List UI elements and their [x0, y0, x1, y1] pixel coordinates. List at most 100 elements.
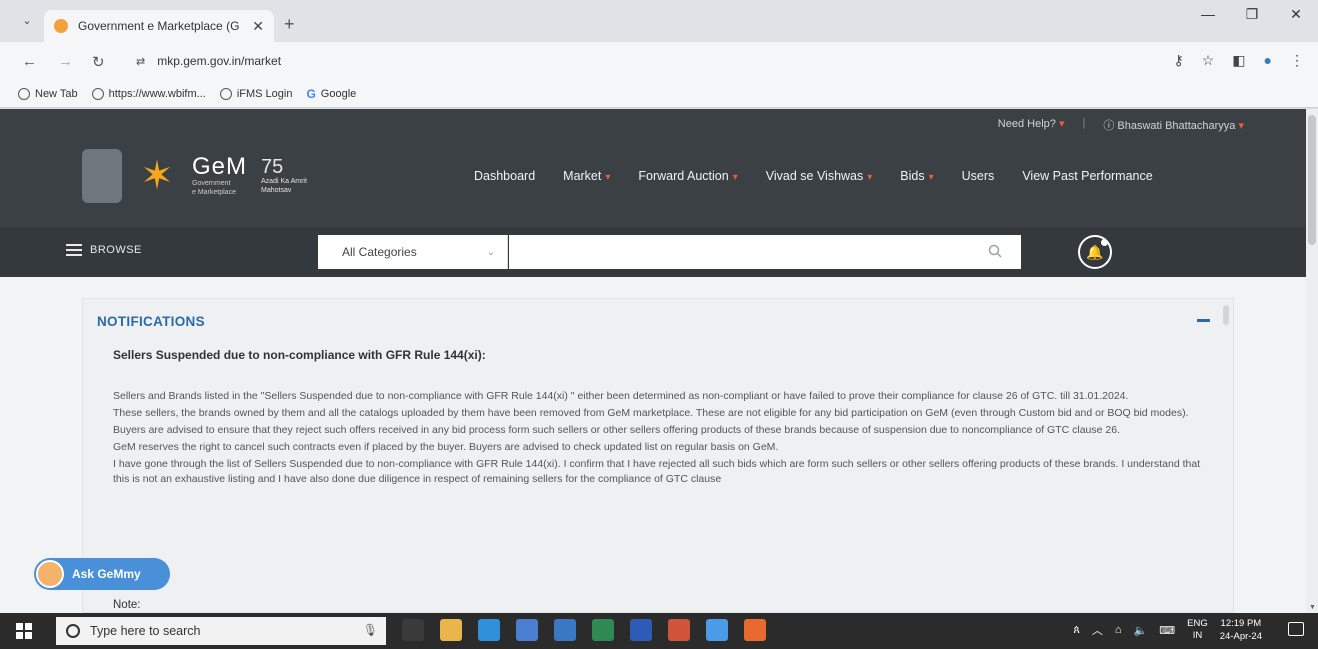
globe-icon	[18, 87, 30, 100]
keyboard-icon[interactable]: ⌨	[1159, 624, 1175, 637]
tray-chevron-up-icon[interactable]: ︿	[1092, 622, 1103, 638]
globe-icon	[91, 87, 104, 100]
nav-bids[interactable]: Bids ▾	[900, 169, 933, 183]
windows-taskbar: Type here to search 🎙 ጰ ︿ ⌂ 🔈 ⌨ ENG IN 1…	[0, 613, 1318, 649]
chrome-icon[interactable]	[706, 619, 728, 641]
clock-date: 24-Apr-24	[1219, 631, 1262, 642]
search-icon[interactable]	[988, 244, 1002, 258]
need-help-link[interactable]: Need Help? ▾	[998, 117, 1065, 133]
nav-view-past-performance[interactable]: View Past Performance	[1022, 169, 1152, 183]
new-tab-plus-icon[interactable]: +	[284, 14, 295, 35]
tab-search-chevron-icon[interactable]: ⌄	[18, 14, 36, 30]
firefox-icon[interactable]	[744, 619, 766, 641]
caret-down-icon: ▾	[732, 172, 738, 183]
user-name: Bhaswati Bhattacharyya	[1117, 120, 1236, 132]
category-select[interactable]: All Categories ⌄	[318, 235, 508, 269]
bookmark-star-icon[interactable]: ☆	[1202, 52, 1215, 69]
language-indicator[interactable]: ENG IN	[1187, 618, 1208, 642]
browse-menu-button[interactable]: BROWSE	[66, 244, 142, 256]
clock-time: 12:19 PM	[1220, 618, 1262, 629]
minimize-icon[interactable]: —	[1186, 6, 1230, 23]
bookmark-label: Google	[320, 87, 357, 100]
profile-icon[interactable]: ●	[1264, 52, 1272, 69]
notification-paragraph: I have gone through the list of Sellers …	[113, 458, 1201, 485]
url-field[interactable]: ⇄ mkp.gem.gov.in/market	[128, 47, 1194, 75]
azadi-ka-amrit-mahotsav-logo: 75 Azadi Ka Amrit Mahotsav	[261, 157, 331, 195]
user-menu[interactable]: ⓘ Bhaswati Bhattacharyya ▾	[1103, 117, 1244, 133]
tab-title: Government e Marketplace (G	[78, 19, 240, 33]
nav-market[interactable]: Market ▾	[563, 169, 610, 183]
caret-down-icon: ▾	[867, 172, 873, 183]
restore-icon[interactable]: ❐	[1230, 6, 1274, 23]
file-explorer-icon[interactable]	[440, 619, 462, 641]
need-help-label: Need Help?	[997, 118, 1056, 130]
note-label: Note:	[113, 599, 141, 611]
site-header: Need Help? ▾ | ⓘ Bhaswati Bhattacharyya …	[0, 109, 1306, 227]
store-icon[interactable]	[516, 619, 538, 641]
caret-down-icon: ▾	[605, 172, 611, 183]
taskbar-search-box[interactable]: Type here to search 🎙	[56, 617, 386, 645]
nav-forward-auction[interactable]: Forward Auction ▾	[638, 169, 737, 183]
logo-area[interactable]: ✶ GeM Government e Marketplace 75 Azadi …	[82, 149, 331, 203]
volume-icon[interactable]: 🔈	[1134, 624, 1148, 637]
forward-arrow-icon[interactable]: →	[58, 53, 73, 70]
help-row: Need Help? ▾ | ⓘ Bhaswati Bhattacharyya …	[998, 117, 1244, 133]
gem-logo-sub2: e Marketplace	[192, 189, 236, 196]
tab-close-icon[interactable]: ✕	[252, 18, 264, 35]
password-key-icon[interactable]: ⚷	[1173, 52, 1183, 69]
mail-icon[interactable]	[554, 619, 576, 641]
menu-dots-icon[interactable]: ⋮	[1290, 52, 1304, 69]
azadi-number: 75	[261, 156, 284, 178]
excel-icon[interactable]	[592, 619, 614, 641]
window-close-icon[interactable]: ✕	[1274, 6, 1318, 23]
lang-code: ENG	[1187, 618, 1208, 629]
scroll-down-arrow-icon[interactable]: ▼	[1309, 604, 1316, 611]
notifications-panel: NOTIFICATIONS Sellers Suspended due to n…	[82, 298, 1234, 613]
site-info-icon[interactable]: ⇄	[136, 55, 145, 68]
notifications-title: NOTIFICATIONS	[97, 314, 205, 329]
people-icon[interactable]: ጰ	[1073, 624, 1080, 637]
word-icon[interactable]	[630, 619, 652, 641]
gem-logo-icon: ✶	[140, 154, 174, 198]
national-emblem-icon	[82, 149, 122, 203]
taskbar-apps	[402, 619, 766, 641]
nav-users[interactable]: Users	[962, 169, 995, 183]
scrollbar-thumb[interactable]	[1308, 115, 1316, 245]
bookmark-label: New Tab	[35, 87, 78, 100]
browser-tab-gem[interactable]: Government e Marketplace (G ✕	[44, 10, 274, 42]
caret-down-icon: ▾	[928, 172, 934, 183]
azadi-text: Azadi Ka Amrit Mahotsav	[261, 178, 307, 194]
nav-dashboard[interactable]: Dashboard	[474, 169, 535, 183]
collapse-minus-icon[interactable]	[1197, 311, 1211, 325]
action-center-icon[interactable]	[1288, 622, 1304, 636]
search-input[interactable]	[509, 235, 1021, 269]
notification-paragraph: Buyers are advised to ensure that they r…	[113, 424, 1120, 436]
main-nav: Dashboard Market ▾ Forward Auction ▾ Vivad…	[474, 169, 1153, 183]
nav-vivad-se-vishwas[interactable]: Vivad se Vishwas ▾	[766, 169, 873, 183]
taskbar-search-placeholder: Type here to search	[90, 624, 201, 638]
side-panel-icon[interactable]: ◧	[1232, 52, 1245, 69]
taskbar-clock[interactable]: 12:19 PM 24-Apr-24	[1220, 617, 1262, 643]
microphone-icon[interactable]: 🎙	[363, 623, 378, 637]
edge-icon[interactable]	[478, 619, 500, 641]
bookmark-wbifm[interactable]: https://www.wbifm...	[91, 87, 206, 100]
ask-gemmy-label: Ask GeMmy	[72, 567, 141, 581]
network-icon[interactable]: ⌂	[1115, 624, 1122, 636]
bookmark-google[interactable]: G Google	[306, 87, 356, 101]
cortana-circle-icon	[66, 624, 80, 638]
back-arrow-icon[interactable]: ←	[22, 53, 37, 70]
panel-scrollbar[interactable]	[1223, 305, 1229, 325]
task-view-icon[interactable]	[402, 619, 424, 641]
url-text: mkp.gem.gov.in/market	[157, 54, 282, 68]
bookmark-ifms-login[interactable]: iFMS Login	[219, 87, 292, 100]
gem-wordmark: GeM Government e Marketplace	[192, 155, 247, 197]
notification-bell-icon[interactable]: 🔔	[1078, 235, 1112, 269]
bookmark-new-tab[interactable]: New Tab	[18, 87, 78, 100]
notification-body: Sellers and Brands listed in the "Seller…	[113, 389, 1213, 489]
notification-paragraph: GeM reserves the right to cancel such co…	[113, 441, 779, 453]
page-scrollbar[interactable]: ▼	[1306, 109, 1318, 613]
ask-gemmy-chat-button[interactable]: Ask GeMmy	[34, 558, 170, 590]
powerpoint-icon[interactable]	[668, 619, 690, 641]
windows-start-icon[interactable]	[16, 623, 32, 639]
reload-icon[interactable]: ↻	[92, 53, 105, 71]
